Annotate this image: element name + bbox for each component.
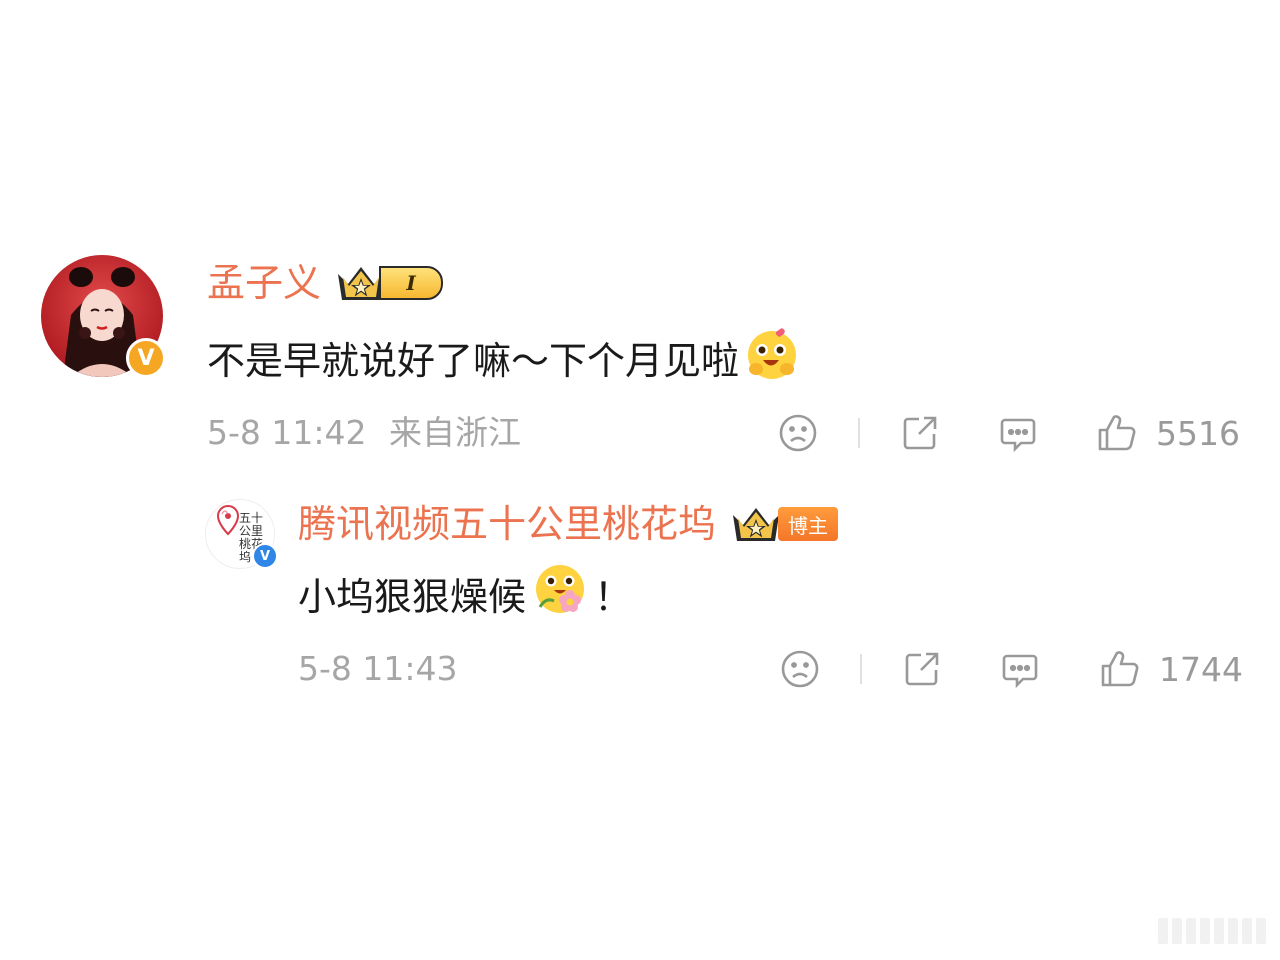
- repost-button[interactable]: [901, 644, 943, 694]
- dislike-icon: [779, 414, 817, 452]
- comment-item: V 孟子义 I 不是早就说好了嘛～下个月见啦 5-8 11:42 来自浙江 55…: [0, 250, 1280, 460]
- reply-text-suffix: ！: [594, 574, 633, 619]
- comment-button[interactable]: [997, 408, 1039, 458]
- reply-text: 小坞狠狠燥候 ！: [298, 561, 632, 632]
- dislike-button[interactable]: [777, 408, 819, 458]
- like-icon: [1101, 651, 1139, 687]
- dislike-icon: [781, 650, 819, 688]
- divider: [858, 418, 860, 448]
- comment-text-body: 不是早就说好了嘛～下个月见啦: [207, 338, 740, 383]
- repost-button[interactable]: [899, 408, 941, 458]
- repost-icon: [905, 652, 939, 686]
- comment-actions: 5516: [0, 408, 1280, 458]
- like-count: 1744: [1159, 649, 1243, 689]
- username[interactable]: 腾讯视频五十公里桃花坞: [298, 499, 716, 549]
- dislike-button[interactable]: [779, 644, 821, 694]
- reply-item: 五十公里桃花坞 V 腾讯视频五十公里桃花坞 博主 小坞狠狠燥候 ！ 5-8 11…: [0, 495, 1280, 695]
- like-button[interactable]: 1744: [1099, 644, 1243, 694]
- reply-actions: 1744: [0, 644, 1280, 694]
- reply-header: 腾讯视频五十公里桃花坞 博主: [298, 499, 839, 549]
- divider: [860, 654, 862, 684]
- flower-face-emoji-icon: [532, 561, 588, 632]
- verified-icon: V: [252, 543, 278, 569]
- comment-icon: [1002, 654, 1038, 689]
- verified-icon: V: [126, 338, 166, 378]
- blogger-tag: 博主: [778, 507, 839, 541]
- level-badge: I: [379, 266, 444, 300]
- like-button[interactable]: 5516: [1096, 408, 1240, 458]
- like-icon: [1098, 415, 1136, 451]
- username[interactable]: 孟子义: [207, 258, 321, 308]
- hug-face-emoji-icon: [745, 325, 803, 396]
- crown-icon: [730, 503, 782, 545]
- comment-icon: [1000, 418, 1036, 453]
- comment-header: 孟子义 I: [207, 258, 444, 308]
- like-count: 5516: [1156, 413, 1240, 453]
- watermark-bars: [1158, 918, 1266, 944]
- repost-icon: [903, 416, 937, 450]
- comment-button[interactable]: [999, 644, 1041, 694]
- comment-text: 不是早就说好了嘛～下个月见啦: [207, 325, 803, 396]
- reply-text-body: 小坞狠狠燥候: [298, 574, 527, 619]
